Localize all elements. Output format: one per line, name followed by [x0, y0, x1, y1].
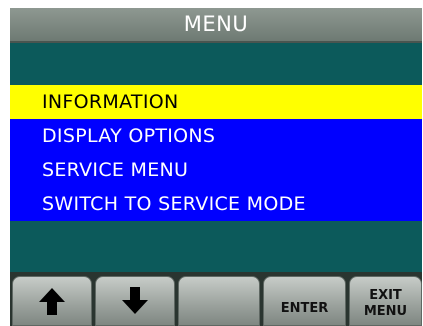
down-button[interactable]: [95, 276, 175, 326]
up-button[interactable]: [12, 276, 92, 326]
menu-label: MENU: [363, 304, 408, 319]
menu-item-display-options[interactable]: DISPLAY OPTIONS: [10, 119, 422, 153]
menu-item-switch-to-service-mode[interactable]: SWITCH TO SERVICE MODE: [10, 187, 422, 221]
menu-item-service-menu[interactable]: SERVICE MENU: [10, 153, 422, 187]
arrow-up-icon: [39, 288, 65, 315]
blank-softkey[interactable]: [178, 276, 260, 326]
arrow-down-icon: [122, 287, 148, 314]
enter-button[interactable]: ENTER: [263, 276, 346, 326]
exit-label: EXIT: [369, 288, 402, 303]
enter-label: ENTER: [280, 300, 329, 316]
softkey-bar: ENTER EXIT MENU: [10, 272, 422, 326]
menu-list: INFORMATION DISPLAY OPTIONS SERVICE MENU…: [10, 85, 422, 221]
page-title: MENU: [10, 8, 422, 43]
exit-menu-button[interactable]: EXIT MENU: [349, 276, 422, 326]
menu-item-information[interactable]: INFORMATION: [10, 85, 422, 119]
display-screen: MENU INFORMATION DISPLAY OPTIONS SERVICE…: [10, 8, 422, 326]
